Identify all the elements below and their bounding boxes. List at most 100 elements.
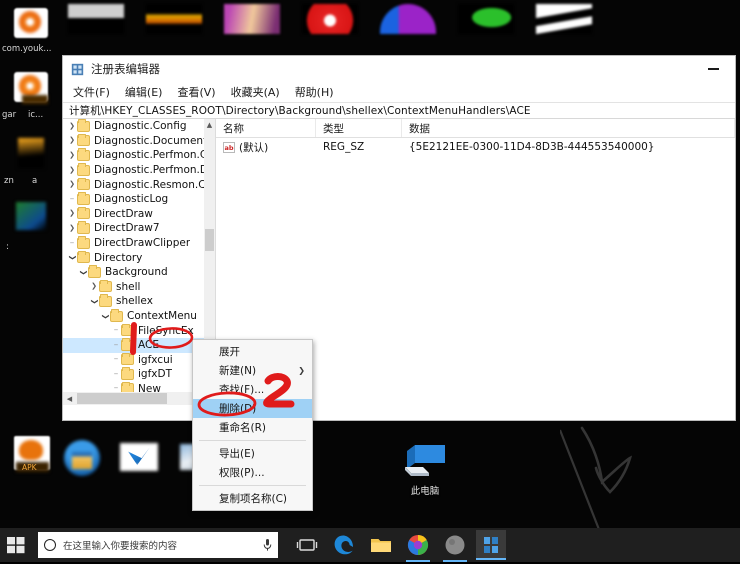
tree-item-directdraw[interactable]: ❯ DirectDraw <box>63 206 204 222</box>
chevron-right-icon[interactable]: ❯ <box>67 166 77 174</box>
tree-item-diagnostic-resmon-c[interactable]: ❯ Diagnostic.Resmon.C <box>63 177 204 192</box>
tree-item-directory[interactable]: ❯ Directory <box>63 250 204 265</box>
tree-rows: ❯ Diagnostic.Config ❯ Diagnostic.Document ❯ D… <box>63 119 204 392</box>
tree-item-label: ContextMenu <box>127 310 197 323</box>
tree-item-label: ACE <box>138 339 159 352</box>
chrome-button[interactable] <box>406 533 430 557</box>
address-bar[interactable]: 计算机\HKEY_CLASSES_ROOT\Directory\Backgrou… <box>63 102 735 119</box>
chevron-right-icon[interactable]: ❯ <box>67 224 77 232</box>
desktop-top-icon-2 <box>146 4 202 34</box>
menu-view[interactable]: 查看(V) <box>177 84 215 100</box>
tree-item-diagnostic-perfmon-c[interactable]: ❯ Diagnostic.Perfmon.C <box>63 148 204 163</box>
start-button[interactable] <box>6 535 26 555</box>
tree-item-ace[interactable]: – ACE <box>63 337 204 353</box>
tree-item-label: DirectDraw <box>94 207 153 220</box>
vertical-scroll-thumb[interactable] <box>205 229 214 251</box>
context-menu-item-权限P[interactable]: 权限(P)... <box>193 463 312 482</box>
search-placeholder: 在这里输入你要搜索的内容 <box>63 541 178 552</box>
menu-separator <box>199 440 306 441</box>
regedit-taskbar-button[interactable] <box>476 530 506 560</box>
tree-item-filesyncex[interactable]: – FileSyncEx <box>63 323 204 338</box>
microphone-icon[interactable] <box>263 538 272 552</box>
tree-item-label: Diagnostic.Resmon.C <box>94 178 204 191</box>
desktop-icon-zn[interactable] <box>18 138 44 168</box>
taskbar: 在这里输入你要搜索的内容 <box>0 528 740 562</box>
tree-item-label: DirectDrawClipper <box>94 237 191 250</box>
tree-item-new[interactable]: – New <box>63 381 204 392</box>
scroll-left-arrow[interactable]: ◀ <box>63 395 76 403</box>
desktop-top-icon-1 <box>68 4 124 34</box>
chevron-down-icon[interactable]: ❯ <box>80 267 88 277</box>
tree-item-shell[interactable]: ❯ shell <box>63 279 204 295</box>
chevron-right-icon[interactable]: ❯ <box>67 181 77 188</box>
active-indicator <box>476 558 506 560</box>
chevron-right-icon[interactable]: ❯ <box>67 151 77 159</box>
value-row[interactable]: ab (默认) REG_SZ {5E2121EE-0300-11D4-8D3B-… <box>216 138 735 156</box>
tree-item-background[interactable]: ❯ Background <box>63 265 204 280</box>
menu-file[interactable]: 文件(F) <box>73 84 110 100</box>
desktop-icon-leaf[interactable] <box>16 202 46 230</box>
context-menu-item-复制项名称C[interactable]: 复制项名称(C) <box>193 489 312 508</box>
apk-badge <box>22 95 48 104</box>
tree-item-diagnostic-perfmon-d[interactable]: ❯ Diagnostic.Perfmon.D <box>63 163 204 178</box>
value-name: (默认) <box>239 141 269 154</box>
task-view-button[interactable] <box>295 533 319 557</box>
chevron-right-icon[interactable]: ❯ <box>67 137 77 144</box>
tree-item-diagnostic-config[interactable]: ❯ Diagnostic.Config <box>63 119 204 134</box>
chevron-right-icon[interactable]: ❯ <box>89 283 99 290</box>
taskbar-search-box[interactable]: 在这里输入你要搜索的内容 <box>38 532 278 558</box>
chevron-right-icon[interactable]: ❯ <box>67 122 77 130</box>
tree-item-directdrawclipper[interactable]: – DirectDrawClipper <box>63 236 204 251</box>
menu-favorites[interactable]: 收藏夹(A) <box>231 84 280 100</box>
context-menu-item-删除D[interactable]: 删除(D) <box>193 399 312 418</box>
tree-item-diagnosticlog[interactable]: – DiagnosticLog <box>63 192 204 207</box>
chevron-down-icon[interactable]: ❯ <box>91 296 99 306</box>
scroll-up-arrow[interactable]: ▲ <box>204 119 215 130</box>
cleaner-broom <box>72 452 92 469</box>
column-header-name[interactable]: 名称 <box>216 119 316 137</box>
edge-button[interactable] <box>332 533 356 557</box>
tree-item-igfxdt[interactable]: – igfxDT <box>63 367 204 382</box>
media-button[interactable] <box>443 533 467 557</box>
tree-item-label: Diagnostic.Perfmon.D <box>94 164 204 177</box>
file-explorer-button[interactable] <box>369 533 393 557</box>
chevron-down-icon[interactable]: ❯ <box>69 253 77 263</box>
tree-item-igfxcui[interactable]: – igfxcui <box>63 352 204 368</box>
tree-item-diagnostic-document[interactable]: ❯ Diagnostic.Document <box>63 133 204 149</box>
column-header-data[interactable]: 数据 <box>402 119 735 137</box>
tree-item-label: Background <box>105 266 168 279</box>
menu-edit[interactable]: 编辑(E) <box>125 84 163 100</box>
tree-item-label: shellex <box>116 295 153 308</box>
desktop-label-misc: : <box>6 242 9 252</box>
tree-leaf-dash: – <box>69 237 75 248</box>
folder-icon <box>121 367 134 380</box>
desktop-icon-this-pc[interactable]: 此电脑 <box>395 443 455 497</box>
desktop-label-gar: gar <box>2 110 17 120</box>
chevron-down-icon[interactable]: ❯ <box>102 311 110 321</box>
window-title-bar[interactable]: 注册表编辑器 <box>63 56 735 82</box>
registry-context-menu[interactable]: 展开 新建(N) ❯ 查找(F)... 删除(D) 重命名(R) 导出(E) 权限(P)...… <box>192 339 313 511</box>
tree-item-label: shell <box>116 280 141 293</box>
chevron-right-icon[interactable]: ❯ <box>67 210 77 217</box>
context-menu-item-查找F[interactable]: 查找(F)... <box>193 380 312 399</box>
minimize-button[interactable] <box>691 56 735 82</box>
tree-item-directdraw7[interactable]: ❯ DirectDraw7 <box>63 221 204 236</box>
tree-item-shellex[interactable]: ❯ shellex <box>63 294 204 309</box>
column-header-type[interactable]: 类型 <box>316 119 402 137</box>
context-menu-item-导出E[interactable]: 导出(E) <box>193 444 312 463</box>
editor-panes: ❯ Diagnostic.Config ❯ Diagnostic.Document ❯ D… <box>63 119 735 405</box>
this-pc-icon <box>405 445 445 476</box>
registry-icon <box>484 537 498 553</box>
horizontal-scroll-thumb[interactable] <box>77 393 167 404</box>
menu-help[interactable]: 帮助(H) <box>295 84 334 100</box>
context-menu-item-新建N[interactable]: 新建(N) ❯ <box>193 361 312 380</box>
context-menu-item-展开[interactable]: 展开 <box>193 342 312 361</box>
context-menu-item-重命名R[interactable]: 重命名(R) <box>193 418 312 437</box>
tree-item-contextmenu[interactable]: ❯ ContextMenu <box>63 309 204 324</box>
tree-leaf-dash: – <box>113 383 119 392</box>
context-menu-item-label: 复制项名称(C) <box>219 493 288 505</box>
desktop-top-icon-6 <box>458 4 514 34</box>
menu-separator <box>199 485 306 486</box>
tree-item-label: DirectDraw7 <box>94 222 160 235</box>
desktop-label-apk: APK <box>22 463 37 472</box>
